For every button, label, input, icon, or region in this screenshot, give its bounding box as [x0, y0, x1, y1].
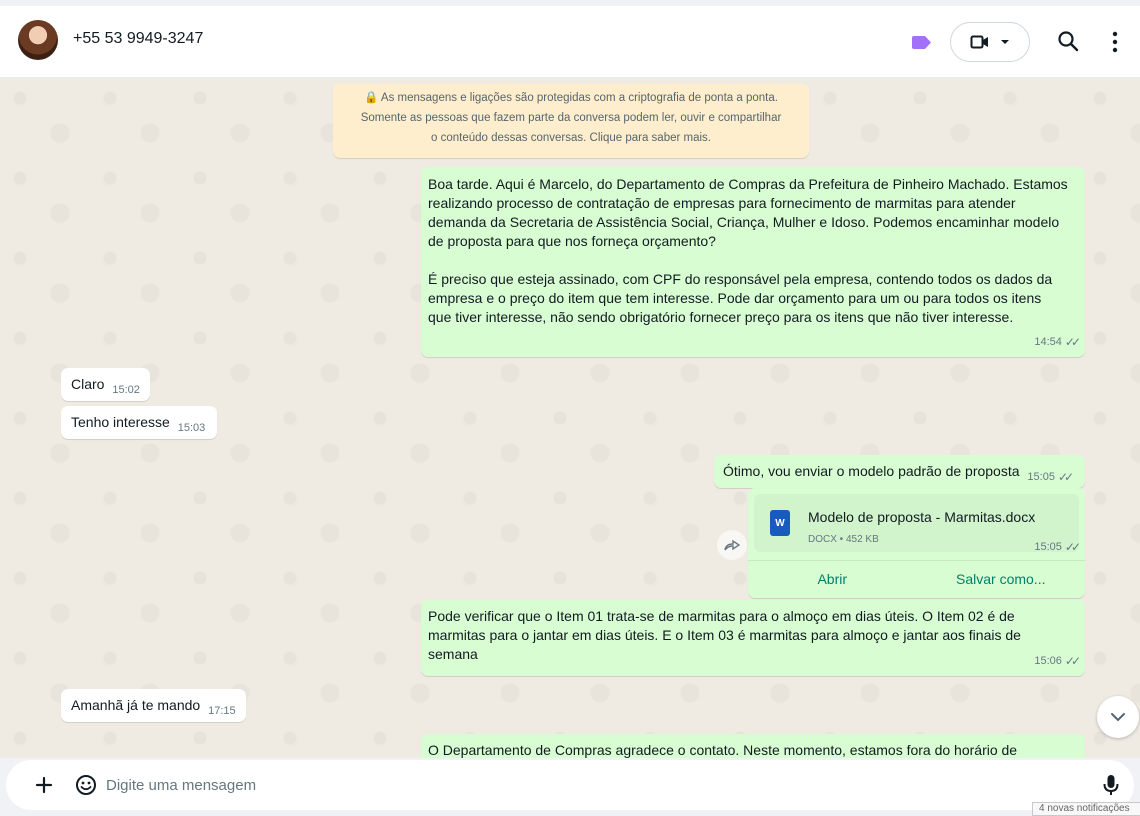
forward-button[interactable] [717, 530, 747, 560]
scroll-to-bottom-button[interactable] [1097, 696, 1139, 738]
composer-bar [0, 758, 1140, 816]
search-icon[interactable] [1057, 30, 1079, 52]
message-bubble-outgoing[interactable]: Pode verificar que o Item 01 trata-se de… [421, 600, 1085, 676]
message-input[interactable] [106, 770, 1066, 800]
message-text: Ótimo, vou enviar o modelo padrão de pro… [723, 463, 1020, 479]
open-document-button[interactable]: Abrir [748, 570, 917, 589]
read-ticks-icon: ✓✓ [1064, 654, 1081, 668]
contact-avatar[interactable] [18, 20, 58, 60]
message-time: 15:05 ✓✓ [1034, 538, 1081, 557]
document-name: Modelo de proposta - Marmitas.docx [808, 509, 1036, 525]
message-text: Pode verificar que o Item 01 trata-se de… [428, 608, 1021, 662]
attach-plus-icon[interactable] [34, 775, 54, 795]
video-call-button[interactable] [950, 22, 1030, 62]
read-ticks-icon: ✓✓ [1064, 540, 1081, 554]
message-bubble-incoming[interactable]: Tenho interesse 15:03 [61, 406, 217, 439]
read-ticks-icon: ✓✓ [1057, 470, 1074, 484]
video-call-icon [970, 35, 988, 49]
message-text: Amanhã já te mando [71, 697, 201, 713]
document-card[interactable]: W Modelo de proposta - Marmitas.docx DOC… [754, 494, 1079, 552]
save-as-button[interactable]: Salvar como... [917, 570, 1086, 589]
forward-icon [724, 539, 740, 551]
contact-name[interactable]: +55 53 9949-3247 [73, 30, 203, 48]
chevron-down-icon [1111, 713, 1125, 722]
message-time: 14:54 ✓✓ [1034, 333, 1081, 352]
chat-header: +55 53 9949-3247 [0, 0, 1140, 78]
encryption-notice-line: o conteúdo dessas conversas. Clique para… [431, 132, 711, 144]
message-bubble-outgoing[interactable]: O Departamento de Compras agradece o con… [421, 734, 1085, 758]
document-meta: DOCX • 452 KB [808, 534, 879, 545]
menu-dots-icon[interactable] [1104, 30, 1126, 54]
message-time: 17:15 [208, 705, 236, 717]
message-bubble-incoming[interactable]: Amanhã já te mando 17:15 [61, 689, 246, 722]
message-time: 15:06 ✓✓ [1034, 652, 1081, 671]
label-icon[interactable] [912, 36, 931, 49]
message-bubble-outgoing[interactable]: Boa tarde. Aqui é Marcelo, do Departamen… [421, 167, 1085, 357]
message-text: O Departamento de Compras agradece o con… [428, 742, 1018, 758]
encryption-notice[interactable]: 🔒 As mensagens e ligações são protegidas… [333, 84, 809, 158]
message-time: 15:05 ✓✓ [1027, 468, 1074, 487]
read-ticks-icon: ✓✓ [1064, 335, 1081, 349]
message-time: 15:03 [177, 422, 206, 434]
message-bubble-outgoing[interactable]: Ótimo, vou enviar o modelo padrão de pro… [714, 455, 1085, 488]
message-text: Tenho interesse [71, 414, 170, 430]
message-bubble-incoming[interactable]: Claro 15:02 [61, 368, 150, 401]
notifications-badge[interactable]: 4 novas notificações [1032, 802, 1140, 816]
chat-messages-area[interactable]: 🔒 As mensagens e ligações são protegidas… [0, 78, 1140, 758]
document-actions: Abrir Salvar como... [748, 560, 1085, 598]
message-text: Boa tarde. Aqui é Marcelo, do Departamen… [428, 176, 1068, 325]
message-text: Claro [71, 376, 105, 392]
microphone-icon[interactable] [1100, 773, 1122, 797]
chevron-down-icon [1001, 40, 1009, 44]
encryption-notice-line: Somente as pessoas que fazem parte da co… [360, 112, 782, 124]
composer [6, 760, 1134, 810]
encryption-notice-line: 🔒 As mensagens e ligações são protegidas… [364, 92, 778, 104]
message-time: 15:02 [112, 384, 140, 396]
sticker-emoji-icon[interactable] [74, 773, 98, 797]
word-document-icon: W [770, 510, 790, 536]
document-message[interactable]: W Modelo de proposta - Marmitas.docx DOC… [748, 488, 1085, 598]
